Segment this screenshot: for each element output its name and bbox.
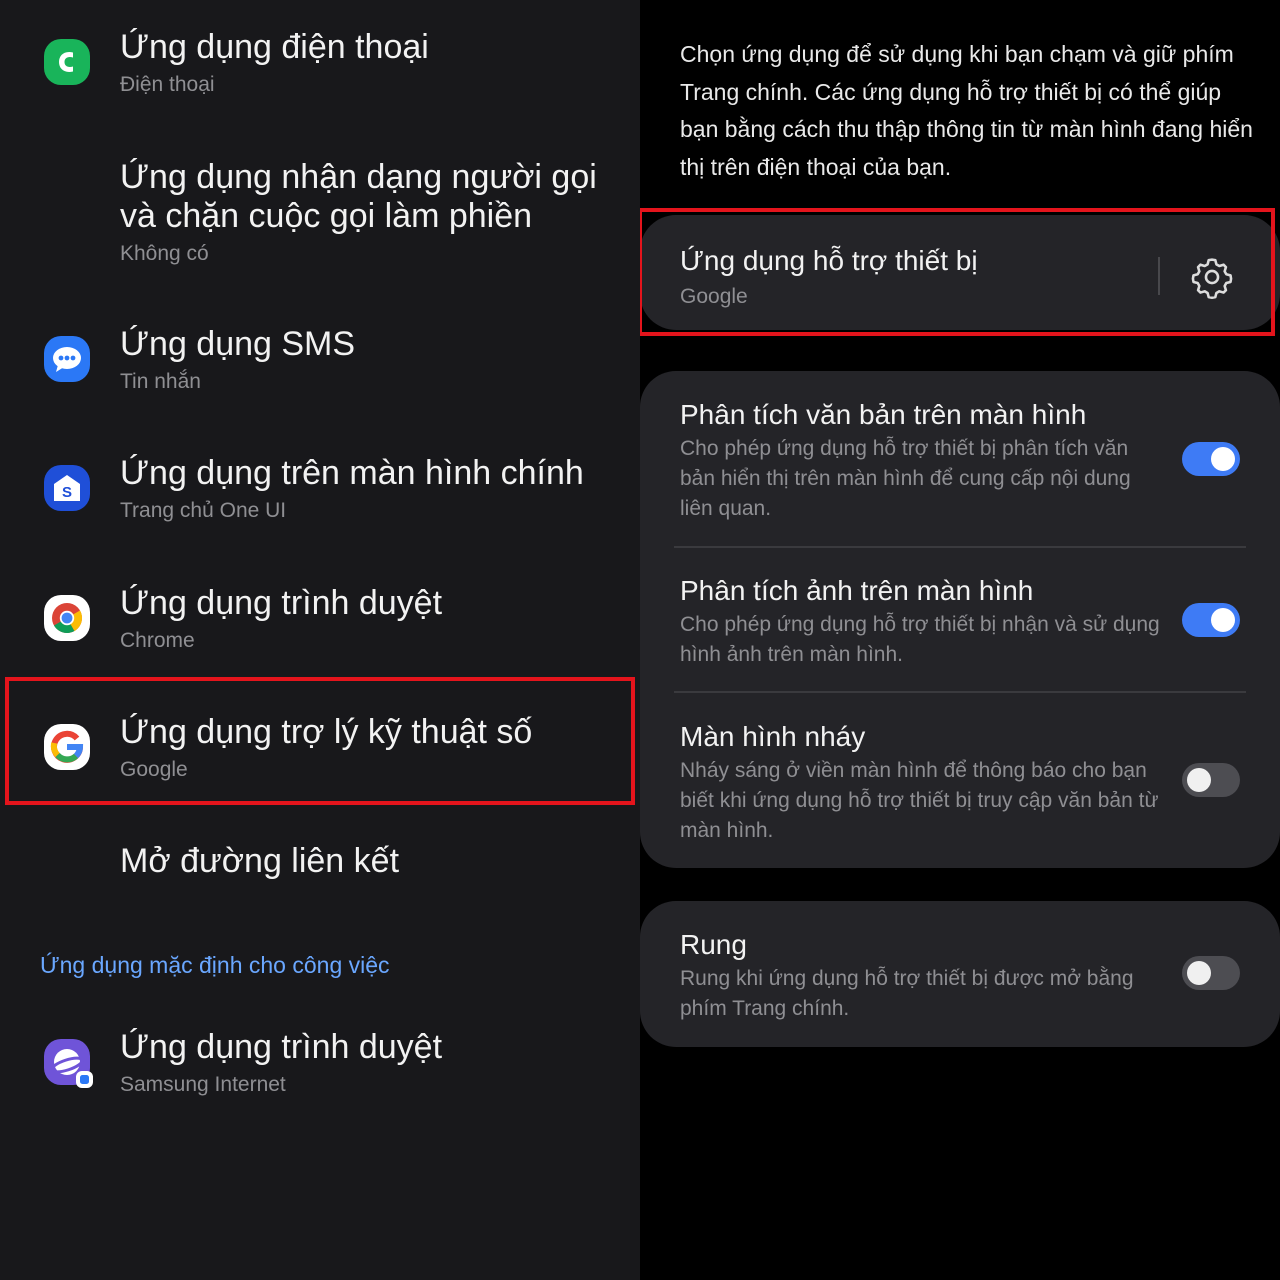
text-analysis-toggle[interactable] bbox=[1182, 442, 1240, 476]
setting-description: Cho phép ứng dụng hỗ trợ thiết bị phân t… bbox=[680, 437, 1131, 520]
setting-row-text-analysis[interactable]: Phân tích văn bản trên màn hình Cho phép… bbox=[640, 371, 1280, 547]
setting-title: Màn hình nháy bbox=[680, 721, 866, 752]
highlight-box bbox=[5, 677, 635, 805]
device-assistance-panel: Chọn ứng dụng để sử dụng khi bạn chạm và… bbox=[640, 0, 1280, 1280]
vibration-toggle[interactable] bbox=[1182, 956, 1240, 990]
analysis-settings-card: Phân tích văn bản trên màn hình Cho phép… bbox=[640, 371, 1280, 868]
setting-description: Nháy sáng ở viền màn hình để thông báo c… bbox=[680, 759, 1159, 842]
item-subtitle: Chrome bbox=[120, 629, 195, 652]
setting-title: Phân tích ảnh trên màn hình bbox=[680, 575, 1034, 606]
setting-description: Rung khi ứng dụng hỗ trợ thiết bị được m… bbox=[680, 967, 1134, 1020]
item-title: Ứng dụng SMS bbox=[120, 325, 356, 363]
list-item-phone-app[interactable]: Ứng dụng điện thoại Điện thoại bbox=[0, 20, 640, 120]
item-subtitle: Không có bbox=[120, 242, 209, 265]
highlight-box bbox=[640, 208, 1275, 336]
item-title: Ứng dụng trình duyệt bbox=[120, 584, 443, 622]
item-title-line2: và chặn cuộc gọi làm phiền bbox=[120, 197, 533, 235]
phone-icon bbox=[43, 38, 91, 86]
setting-row-screen-flash[interactable]: Màn hình nháy Nháy sáng ở viền màn hình … bbox=[640, 693, 1280, 868]
default-apps-panel: Ứng dụng điện thoại Điện thoại Ứng dụng … bbox=[0, 0, 640, 1280]
setting-row-image-analysis[interactable]: Phân tích ảnh trên màn hình Cho phép ứng… bbox=[640, 548, 1280, 692]
setting-title: Phân tích văn bản trên màn hình bbox=[680, 399, 1087, 430]
svg-text:S: S bbox=[62, 484, 72, 501]
item-title: Ứng dụng trên màn hình chính bbox=[120, 454, 584, 492]
messages-icon bbox=[43, 335, 91, 383]
assist-description: Chọn ứng dụng để sử dụng khi bạn chạm và… bbox=[680, 41, 1253, 180]
item-subtitle: Trang chủ One UI bbox=[120, 499, 287, 522]
item-subtitle: Samsung Internet bbox=[120, 1073, 286, 1096]
samsung-internet-icon bbox=[43, 1038, 93, 1088]
list-item-open-links[interactable]: Mở đường liên kết bbox=[0, 834, 640, 904]
setting-title: Rung bbox=[680, 929, 747, 960]
section-header-work: Ứng dụng mặc định cho công việc bbox=[40, 952, 390, 978]
list-item-browser-app[interactable]: Ứng dụng trình duyệt Chrome bbox=[0, 576, 640, 676]
chrome-icon bbox=[43, 594, 91, 642]
item-title: Ứng dụng trình duyệt bbox=[120, 1028, 443, 1066]
samsung-home-icon: S bbox=[43, 464, 91, 512]
screen-flash-toggle[interactable] bbox=[1182, 763, 1240, 797]
item-title-line1: Ứng dụng nhận dạng người gọi bbox=[120, 158, 597, 196]
list-item-sms-app[interactable]: Ứng dụng SMS Tin nhắn bbox=[0, 317, 640, 417]
setting-description: Cho phép ứng dụng hỗ trợ thiết bị nhận v… bbox=[680, 613, 1160, 666]
image-analysis-toggle[interactable] bbox=[1182, 603, 1240, 637]
item-title: Ứng dụng điện thoại bbox=[120, 28, 429, 66]
item-subtitle: Tin nhắn bbox=[120, 370, 201, 393]
vibration-card[interactable]: Rung Rung khi ứng dụng hỗ trợ thiết bị đ… bbox=[640, 901, 1280, 1047]
list-item-work-browser-app[interactable]: Ứng dụng trình duyệt Samsung Internet bbox=[0, 1020, 640, 1120]
item-title: Mở đường liên kết bbox=[120, 842, 400, 880]
list-item-caller-id-app[interactable]: Ứng dụng nhận dạng người gọi và chặn cuộ… bbox=[0, 150, 640, 280]
item-subtitle: Điện thoại bbox=[120, 73, 215, 96]
list-item-home-screen-app[interactable]: S Ứng dụng trên màn hình chính Trang chủ… bbox=[0, 446, 640, 546]
